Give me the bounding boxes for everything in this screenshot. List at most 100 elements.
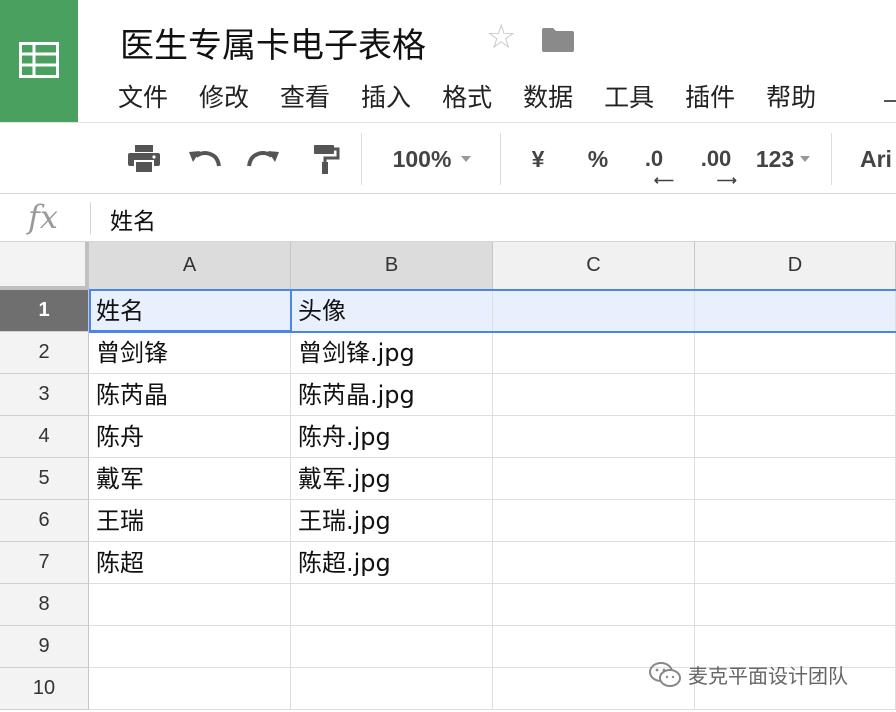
cell-d7[interactable] [695, 542, 896, 584]
undo-button[interactable] [184, 123, 224, 195]
folder-icon[interactable] [541, 27, 575, 57]
cell-a5[interactable]: 戴军 [89, 458, 291, 500]
cell-a10[interactable] [89, 668, 291, 710]
arrow-left-icon: ⟵ [653, 172, 674, 188]
menu-insert[interactable]: 插入 [361, 78, 411, 114]
redo-icon [247, 151, 279, 167]
cell-a7[interactable]: 陈超 [89, 542, 291, 584]
percent-symbol: % [587, 145, 609, 172]
row-header-2[interactable]: 2 [0, 332, 89, 374]
menu-help[interactable]: 帮助 [766, 78, 816, 114]
sheets-logo[interactable] [0, 0, 78, 122]
cell-d2[interactable] [695, 332, 896, 374]
cell-d6[interactable] [695, 500, 896, 542]
formula-input[interactable]: 姓名 [110, 202, 156, 236]
select-all-corner[interactable] [0, 242, 89, 290]
cell-c2[interactable] [493, 332, 695, 374]
cell-c1[interactable] [493, 290, 695, 332]
spreadsheet-grid: A B C D 1 姓名 头像 2 曾剑锋 曾剑锋.jpg 3 陈芮晶 陈芮晶.jpg 4 陈舟 陈舟.jpg… [0, 242, 896, 712]
undo-icon [189, 151, 221, 167]
cell-a9[interactable] [89, 626, 291, 668]
formula-divider [90, 202, 91, 234]
font-select[interactable]: Ari [860, 123, 896, 195]
cell-a4[interactable]: 陈舟 [89, 416, 291, 458]
star-icon[interactable]: ☆ [486, 20, 516, 54]
cell-c3[interactable] [493, 374, 695, 416]
row-header-1[interactable]: 1 [0, 290, 89, 332]
font-name: Ari [860, 145, 892, 172]
menu-tools[interactable]: 工具 [604, 78, 654, 114]
row-header-10[interactable]: 10 [0, 668, 89, 710]
cell-b7[interactable]: 陈超.jpg [291, 542, 493, 584]
row-selection-border-bottom [89, 331, 896, 333]
sheets-grid-icon [19, 42, 59, 78]
paint-format-button[interactable] [306, 123, 346, 195]
cell-d3[interactable] [695, 374, 896, 416]
cell-b8[interactable] [291, 584, 493, 626]
cell-a8[interactable] [89, 584, 291, 626]
chevron-down-icon [461, 156, 472, 162]
menu-file[interactable]: 文件 [118, 78, 168, 114]
currency-format-button[interactable]: ¥ [520, 123, 556, 195]
cell-c5[interactable] [493, 458, 695, 500]
fx-icon: fx [28, 198, 58, 236]
menu-format[interactable]: 格式 [442, 78, 492, 114]
cell-c6[interactable] [493, 500, 695, 542]
cell-a1[interactable]: 姓名 [89, 290, 291, 332]
cell-d4[interactable] [695, 416, 896, 458]
watermark-text: 麦克平面设计团队 [688, 664, 848, 688]
currency-symbol: ¥ [531, 145, 545, 172]
row-header-3[interactable]: 3 [0, 374, 89, 416]
increase-decimals-button[interactable]: .00 ⟶ [694, 123, 738, 195]
cell-b9[interactable] [291, 626, 493, 668]
column-header-a[interactable]: A [89, 242, 291, 290]
row-header-7[interactable]: 7 [0, 542, 89, 584]
more-formats-button[interactable]: 123 [752, 123, 814, 195]
cell-b1[interactable]: 头像 [291, 290, 493, 332]
cell-d1[interactable] [695, 290, 896, 332]
decrease-decimals-label: .0 [644, 146, 664, 171]
cell-a2[interactable]: 曾剑锋 [89, 332, 291, 374]
cell-c7[interactable] [493, 542, 695, 584]
column-header-c[interactable]: C [493, 242, 695, 290]
print-button[interactable] [124, 123, 164, 195]
toolbar-divider [361, 133, 362, 185]
row-header-4[interactable]: 4 [0, 416, 89, 458]
menu-data[interactable]: 数据 [523, 78, 573, 114]
row-header-9[interactable]: 9 [0, 626, 89, 668]
toolbar: 100% ¥ % .0 ⟵ .00 ⟶ 123 Ari [0, 122, 896, 194]
menu-addons[interactable]: 插件 [685, 78, 735, 114]
redo-button[interactable] [244, 123, 284, 195]
watermark: 麦克平面设计团队 [648, 660, 848, 689]
cell-a6[interactable]: 王瑞 [89, 500, 291, 542]
increase-decimals-label: .00 [700, 146, 732, 171]
decrease-decimals-button[interactable]: .0 ⟵ [636, 123, 674, 195]
zoom-value: 100% [392, 145, 452, 172]
document-title[interactable]: 医生专属卡电子表格 [120, 18, 426, 67]
column-header-d[interactable]: D [695, 242, 896, 290]
row-header-5[interactable]: 5 [0, 458, 89, 500]
cell-c8[interactable] [493, 584, 695, 626]
cell-b2[interactable]: 曾剑锋.jpg [291, 332, 493, 374]
cell-d8[interactable] [695, 584, 896, 626]
chevron-down-icon [800, 156, 811, 162]
cell-c4[interactable] [493, 416, 695, 458]
percent-format-button[interactable]: % [580, 123, 616, 195]
cell-a3[interactable]: 陈芮晶 [89, 374, 291, 416]
formula-bar: fx 姓名 [0, 194, 896, 242]
cell-b10[interactable] [291, 668, 493, 710]
row-header-8[interactable]: 8 [0, 584, 89, 626]
menu-view[interactable]: 查看 [280, 78, 330, 114]
zoom-select[interactable]: 100% [376, 123, 488, 195]
cell-b4[interactable]: 陈舟.jpg [291, 416, 493, 458]
cell-d5[interactable] [695, 458, 896, 500]
cell-b6[interactable]: 王瑞.jpg [291, 500, 493, 542]
menu-overflow-mark [884, 100, 896, 102]
menu-edit[interactable]: 修改 [199, 78, 249, 114]
column-header-b[interactable]: B [291, 242, 493, 290]
cell-b3[interactable]: 陈芮晶.jpg [291, 374, 493, 416]
paint-format-icon [314, 145, 340, 174]
cell-b5[interactable]: 戴军.jpg [291, 458, 493, 500]
row-selection-border-top [89, 289, 896, 291]
row-header-6[interactable]: 6 [0, 500, 89, 542]
